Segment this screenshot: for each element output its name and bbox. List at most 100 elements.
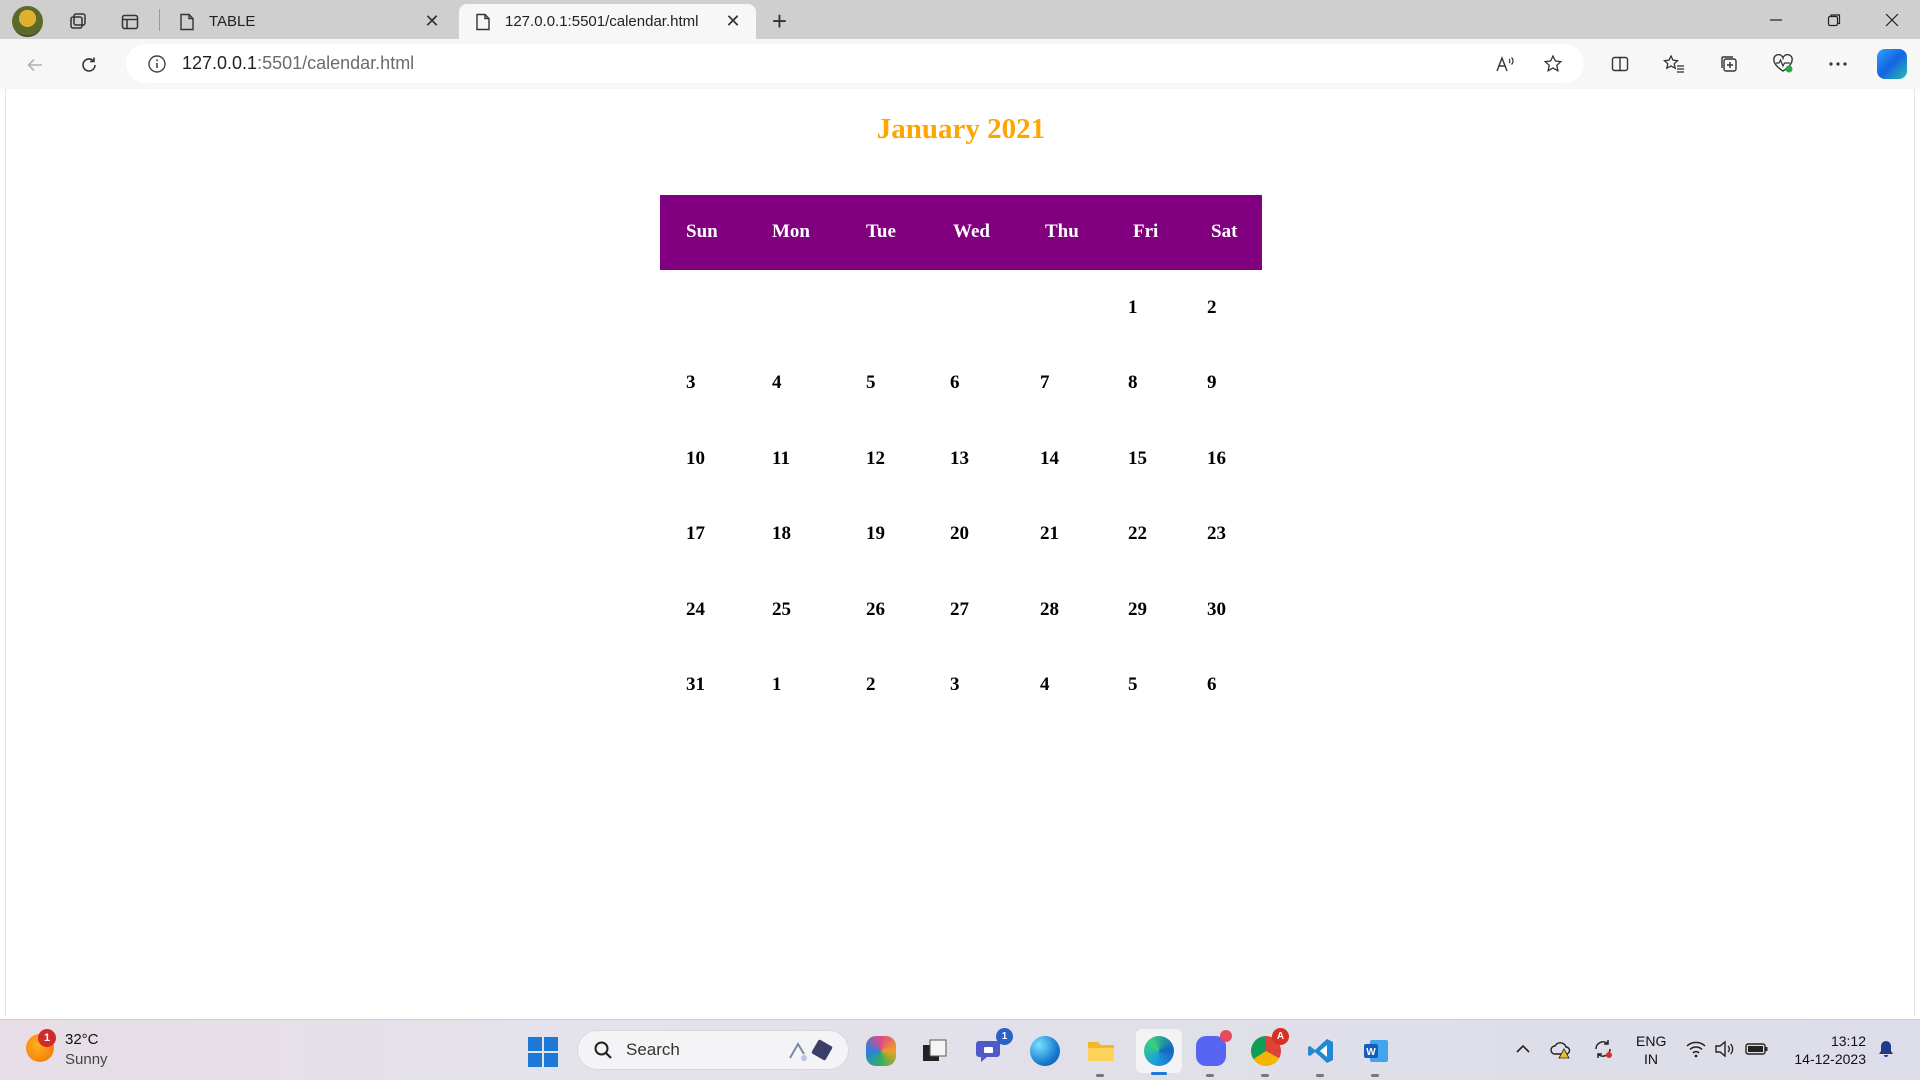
day-cell: 6: [1207, 674, 1217, 695]
day-cell: 1: [772, 674, 782, 695]
close-icon[interactable]: ✕: [419, 9, 445, 35]
taskbar-app-copilot-pre[interactable]: [862, 1032, 900, 1070]
weather-badge: 1: [38, 1029, 56, 1047]
copilot-icon[interactable]: [1877, 49, 1907, 79]
collections-icon[interactable]: [1712, 47, 1746, 81]
calendar-weekday-header: Sun Mon Tue Wed Thu Fri Sat: [660, 195, 1262, 270]
start-button[interactable]: [528, 1037, 558, 1067]
weekday-fri: Fri: [1133, 221, 1159, 242]
taskbar-app-vscode[interactable]: [1302, 1032, 1340, 1077]
running-indicator: [1206, 1074, 1214, 1077]
running-indicator: [1371, 1074, 1379, 1077]
language-indicator[interactable]: ENG IN: [1636, 1032, 1666, 1068]
weekday-sat: Sat: [1211, 221, 1238, 242]
restore-button[interactable]: [1806, 0, 1862, 39]
tab-title: TABLE: [209, 13, 256, 30]
running-indicator: [1261, 1074, 1269, 1077]
taskbar-app-chrome[interactable]: A: [1247, 1028, 1289, 1077]
taskbar-app-word[interactable]: W: [1357, 1032, 1395, 1077]
day-cell: 22: [1128, 523, 1147, 544]
taskbar-search[interactable]: Search: [577, 1030, 849, 1070]
day-cell: 23: [1207, 523, 1226, 544]
more-options-icon[interactable]: [1821, 47, 1855, 81]
day-cell: 2: [866, 674, 876, 695]
read-aloud-icon[interactable]: [1488, 47, 1522, 81]
day-cell: 30: [1207, 599, 1226, 620]
day-cell: 4: [1040, 674, 1050, 695]
chevron-up-icon[interactable]: [1510, 1036, 1536, 1062]
taskbar-app-discord[interactable]: [1192, 1030, 1232, 1077]
volume-icon[interactable]: [1712, 1036, 1738, 1062]
day-cell: 20: [950, 523, 969, 544]
profile-avatar[interactable]: [12, 6, 43, 37]
close-window-button[interactable]: [1864, 0, 1920, 39]
day-cell: 12: [866, 448, 885, 469]
day-cell: 21: [1040, 523, 1059, 544]
day-cell: 14: [1040, 448, 1059, 469]
info-icon[interactable]: [146, 53, 168, 75]
day-cell: 1: [1128, 297, 1138, 318]
day-cell: 10: [686, 448, 705, 469]
svg-text:W: W: [1366, 1047, 1376, 1058]
day-cell: 16: [1207, 448, 1226, 469]
day-cell: 25: [772, 599, 791, 620]
url-path: :5501/calendar.html: [257, 53, 415, 73]
notification-bell-icon[interactable]: [1873, 1036, 1899, 1062]
day-cell: 6: [950, 372, 960, 393]
back-button[interactable]: [18, 48, 52, 82]
page-icon: [473, 12, 493, 32]
taskbar-app-file-explorer[interactable]: [1082, 1032, 1120, 1077]
favorite-star-icon[interactable]: [1536, 47, 1570, 81]
split-screen-icon[interactable]: [1603, 47, 1637, 81]
taskbar-app-teams[interactable]: 1: [971, 1028, 1013, 1070]
weather-temperature: 32°C: [65, 1031, 99, 1048]
tab-actions-icon[interactable]: [114, 6, 145, 37]
taskbar-app-edge[interactable]: [1136, 1029, 1182, 1075]
url-host: 127.0.0.1: [182, 53, 258, 73]
day-cell: 2: [1207, 297, 1217, 318]
refresh-button[interactable]: [72, 48, 106, 82]
day-cell: 27: [950, 599, 969, 620]
tab-strip: TABLE ✕ 127.0.0.1:5501/calendar.html ✕ +: [0, 0, 1920, 39]
weekday-thu: Thu: [1045, 221, 1079, 242]
weekday-sun: Sun: [686, 221, 718, 242]
clock-time: 13:12: [1830, 1033, 1866, 1049]
new-tab-button[interactable]: +: [764, 6, 795, 37]
battery-icon[interactable]: [1744, 1036, 1770, 1062]
running-indicator: [1096, 1074, 1104, 1077]
tab-separator: [159, 9, 160, 31]
taskbar-app-edge-beta[interactable]: [1026, 1032, 1064, 1070]
day-cell: 3: [686, 372, 696, 393]
day-cell: 13: [950, 448, 969, 469]
active-indicator: [1151, 1072, 1167, 1075]
clock-date: 14-12-2023: [1794, 1051, 1866, 1067]
day-cell: 28: [1040, 599, 1059, 620]
weekday-wed: Wed: [953, 221, 990, 242]
onedrive-warning-icon[interactable]: [1548, 1036, 1574, 1062]
system-clock[interactable]: 13:12 14-12-2023: [1786, 1032, 1866, 1068]
browser-toolbar: 127.0.0.1:5501/calendar.html: [0, 39, 1920, 89]
running-indicator: [1316, 1074, 1324, 1077]
wifi-icon[interactable]: [1683, 1036, 1709, 1062]
discord-badge: [1220, 1030, 1232, 1042]
search-icon: [592, 1039, 614, 1061]
day-cell: 26: [866, 599, 885, 620]
tab-calendar[interactable]: 127.0.0.1:5501/calendar.html ✕: [459, 4, 756, 39]
language-region: IN: [1644, 1051, 1658, 1067]
favorites-icon[interactable]: [1657, 47, 1691, 81]
tab-title: 127.0.0.1:5501/calendar.html: [505, 13, 699, 30]
weekday-tue: Tue: [866, 221, 896, 242]
address-bar[interactable]: 127.0.0.1:5501/calendar.html: [126, 44, 1584, 83]
day-cell: 18: [772, 523, 791, 544]
taskbar-app-taskview[interactable]: [915, 1032, 953, 1070]
day-cell: 31: [686, 674, 705, 695]
url-text[interactable]: 127.0.0.1:5501/calendar.html: [182, 53, 1488, 74]
page-icon: [177, 12, 197, 32]
close-icon[interactable]: ✕: [720, 9, 746, 35]
tab-table[interactable]: TABLE ✕: [163, 4, 455, 39]
browser-essentials-icon[interactable]: [1766, 47, 1800, 81]
workspaces-icon[interactable]: [62, 6, 93, 37]
minimize-button[interactable]: [1748, 0, 1804, 39]
sync-icon[interactable]: [1590, 1036, 1616, 1062]
day-cell: 11: [772, 448, 790, 469]
